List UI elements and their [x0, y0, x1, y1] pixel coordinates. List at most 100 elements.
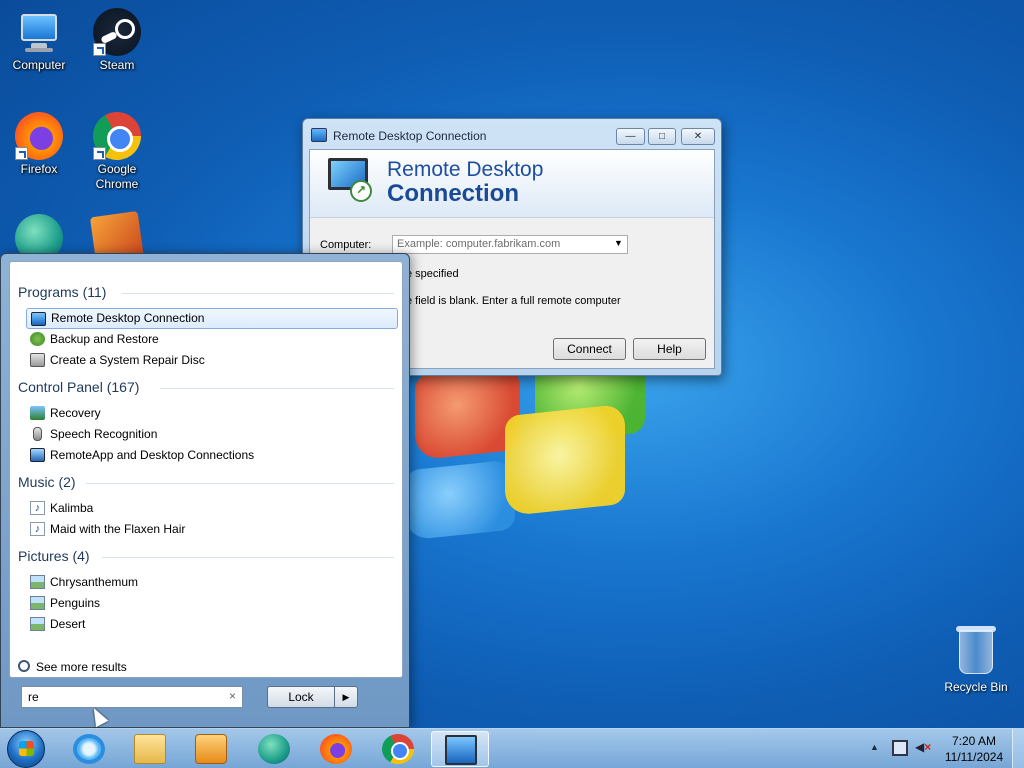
chrome-icon [382, 734, 414, 764]
repair-disc-icon [30, 353, 45, 367]
result-item[interactable]: Remote Desktop Connection [26, 308, 398, 329]
recovery-icon [30, 406, 45, 420]
recycle-bin-label: Recycle Bin [944, 680, 1008, 694]
clock[interactable]: 7:20 AM 11/11/2024 [940, 733, 1008, 765]
result-item[interactable]: RemoteApp and Desktop Connections [26, 445, 398, 466]
result-label: Penguins [50, 596, 101, 610]
group-divider [86, 483, 394, 484]
volume-muted-icon[interactable]: ◀× [915, 740, 933, 756]
show-hidden-icons-button[interactable]: ▲ [870, 742, 879, 752]
desktop-icon-firefox[interactable]: Firefox [0, 112, 78, 177]
network-icon[interactable] [892, 740, 908, 756]
result-label: RemoteApp and Desktop Connections [50, 448, 255, 462]
help-button[interactable]: Help [633, 338, 706, 360]
info-text: e field is blank. Enter a full remote co… [406, 295, 621, 307]
remote-desktop-logo-icon: ↗ [328, 158, 376, 202]
start-button[interactable] [7, 730, 45, 768]
result-label: Maid with the Flaxen Hair [50, 522, 186, 536]
picture-icon [30, 596, 45, 610]
group-divider [160, 388, 394, 389]
connect-button[interactable]: Connect [553, 338, 626, 360]
taskbar-media-player[interactable] [182, 731, 240, 767]
remote-desktop-icon [31, 312, 46, 326]
result-item[interactable]: Create a System Repair Disc [26, 350, 398, 371]
result-label: Speech Recognition [50, 427, 158, 441]
firefox-icon [15, 112, 63, 160]
maximize-button[interactable]: □ [648, 128, 676, 145]
shutdown-options-button[interactable]: ▶ [334, 686, 358, 708]
taskbar-firefox[interactable] [307, 731, 365, 767]
group-title-programs: Programs (11) [18, 284, 107, 300]
group-title-control-panel: Control Panel (167) [18, 379, 140, 395]
clock-time: 7:20 AM [951, 734, 997, 748]
logo-yellow-pane [505, 403, 625, 517]
close-icon: ✕ [693, 131, 703, 142]
chevron-right-icon: ▶ [342, 692, 350, 702]
taskbar-internet-explorer[interactable] [60, 731, 118, 767]
result-item[interactable]: Desert [26, 614, 398, 635]
close-button[interactable]: ✕ [681, 128, 715, 145]
taskbar-remote-desktop[interactable] [431, 731, 489, 767]
recycle-bin-icon [956, 626, 996, 674]
minimize-icon: — [625, 131, 636, 142]
remoteapp-icon [30, 448, 45, 462]
computer-placeholder: Example: computer.fabrikam.com [397, 238, 561, 250]
music-note-icon: ♪ [30, 522, 45, 536]
result-item[interactable]: ♪ Maid with the Flaxen Hair [26, 519, 398, 540]
search-input[interactable]: re × [21, 686, 243, 708]
chevron-down-icon[interactable]: ▼ [614, 238, 624, 248]
clear-search-icon[interactable]: × [229, 689, 236, 703]
desktop-icon-chrome[interactable]: Google Chrome [78, 112, 156, 192]
music-note-icon: ♪ [30, 501, 45, 515]
window-titlebar[interactable]: Remote Desktop Connection — □ ✕ [303, 119, 721, 149]
result-label: Kalimba [50, 501, 94, 515]
taskbar-file-explorer[interactable] [121, 731, 179, 767]
desktop-icon-recycle-bin[interactable]: Recycle Bin [942, 626, 1010, 694]
lock-button[interactable]: Lock [267, 686, 335, 708]
result-label: Backup and Restore [50, 332, 159, 346]
search-value: re [28, 690, 39, 704]
taskbar-edge[interactable] [245, 731, 303, 767]
desktop-icon-label: Google Chrome [95, 162, 139, 191]
desktop-icon-label: Computer [12, 58, 66, 72]
internet-explorer-icon [73, 734, 105, 764]
computer-combobox[interactable]: Example: computer.fabrikam.com ▼ [392, 235, 628, 254]
computer-icon [15, 8, 63, 56]
result-item[interactable]: Chrysanthemum [26, 572, 398, 593]
desktop-icon-label: Steam [99, 58, 135, 72]
chrome-icon [93, 112, 141, 160]
group-title-music: Music (2) [18, 474, 76, 490]
result-label: Create a System Repair Disc [50, 353, 205, 367]
result-label: Remote Desktop Connection [51, 311, 205, 325]
result-item[interactable]: Speech Recognition [26, 424, 398, 445]
microphone-icon [33, 427, 42, 441]
taskbar: ▲ ◀× 7:20 AM 11/11/2024 [0, 728, 1024, 768]
start-menu: Programs (11) Remote Desktop Connection … [0, 253, 410, 728]
desktop-icon-computer[interactable]: Computer [0, 8, 78, 73]
result-item[interactable]: Backup and Restore [26, 329, 398, 350]
show-desktop-button[interactable] [1012, 729, 1024, 768]
banner-title-line2: Connection [387, 180, 519, 207]
clock-date: 11/11/2024 [944, 750, 1004, 764]
maximize-icon: □ [658, 131, 666, 142]
search-results-panel: Programs (11) Remote Desktop Connection … [9, 261, 403, 678]
minimize-button[interactable]: — [616, 128, 645, 145]
result-item[interactable]: Recovery [26, 403, 398, 424]
desktop-icon-steam[interactable]: Steam [78, 8, 156, 73]
see-more-label: See more results [36, 660, 127, 674]
muted-mark: × [924, 740, 932, 754]
picture-icon [30, 617, 45, 631]
computer-label: Computer: [320, 239, 372, 251]
banner-title-line1: Remote Desktop [387, 158, 544, 181]
backup-icon [30, 332, 45, 346]
result-item[interactable]: ♪ Kalimba [26, 498, 398, 519]
see-more-results-link[interactable]: See more results [18, 660, 127, 674]
taskbar-chrome[interactable] [369, 731, 427, 767]
result-item[interactable]: Penguins [26, 593, 398, 614]
banner: ↗ Remote Desktop Connection [310, 150, 714, 218]
group-divider [122, 293, 394, 294]
window-title: Remote Desktop Connection [333, 129, 487, 143]
folder-icon [134, 734, 166, 764]
logo-blue-pane [405, 459, 515, 541]
picture-icon [30, 575, 45, 589]
